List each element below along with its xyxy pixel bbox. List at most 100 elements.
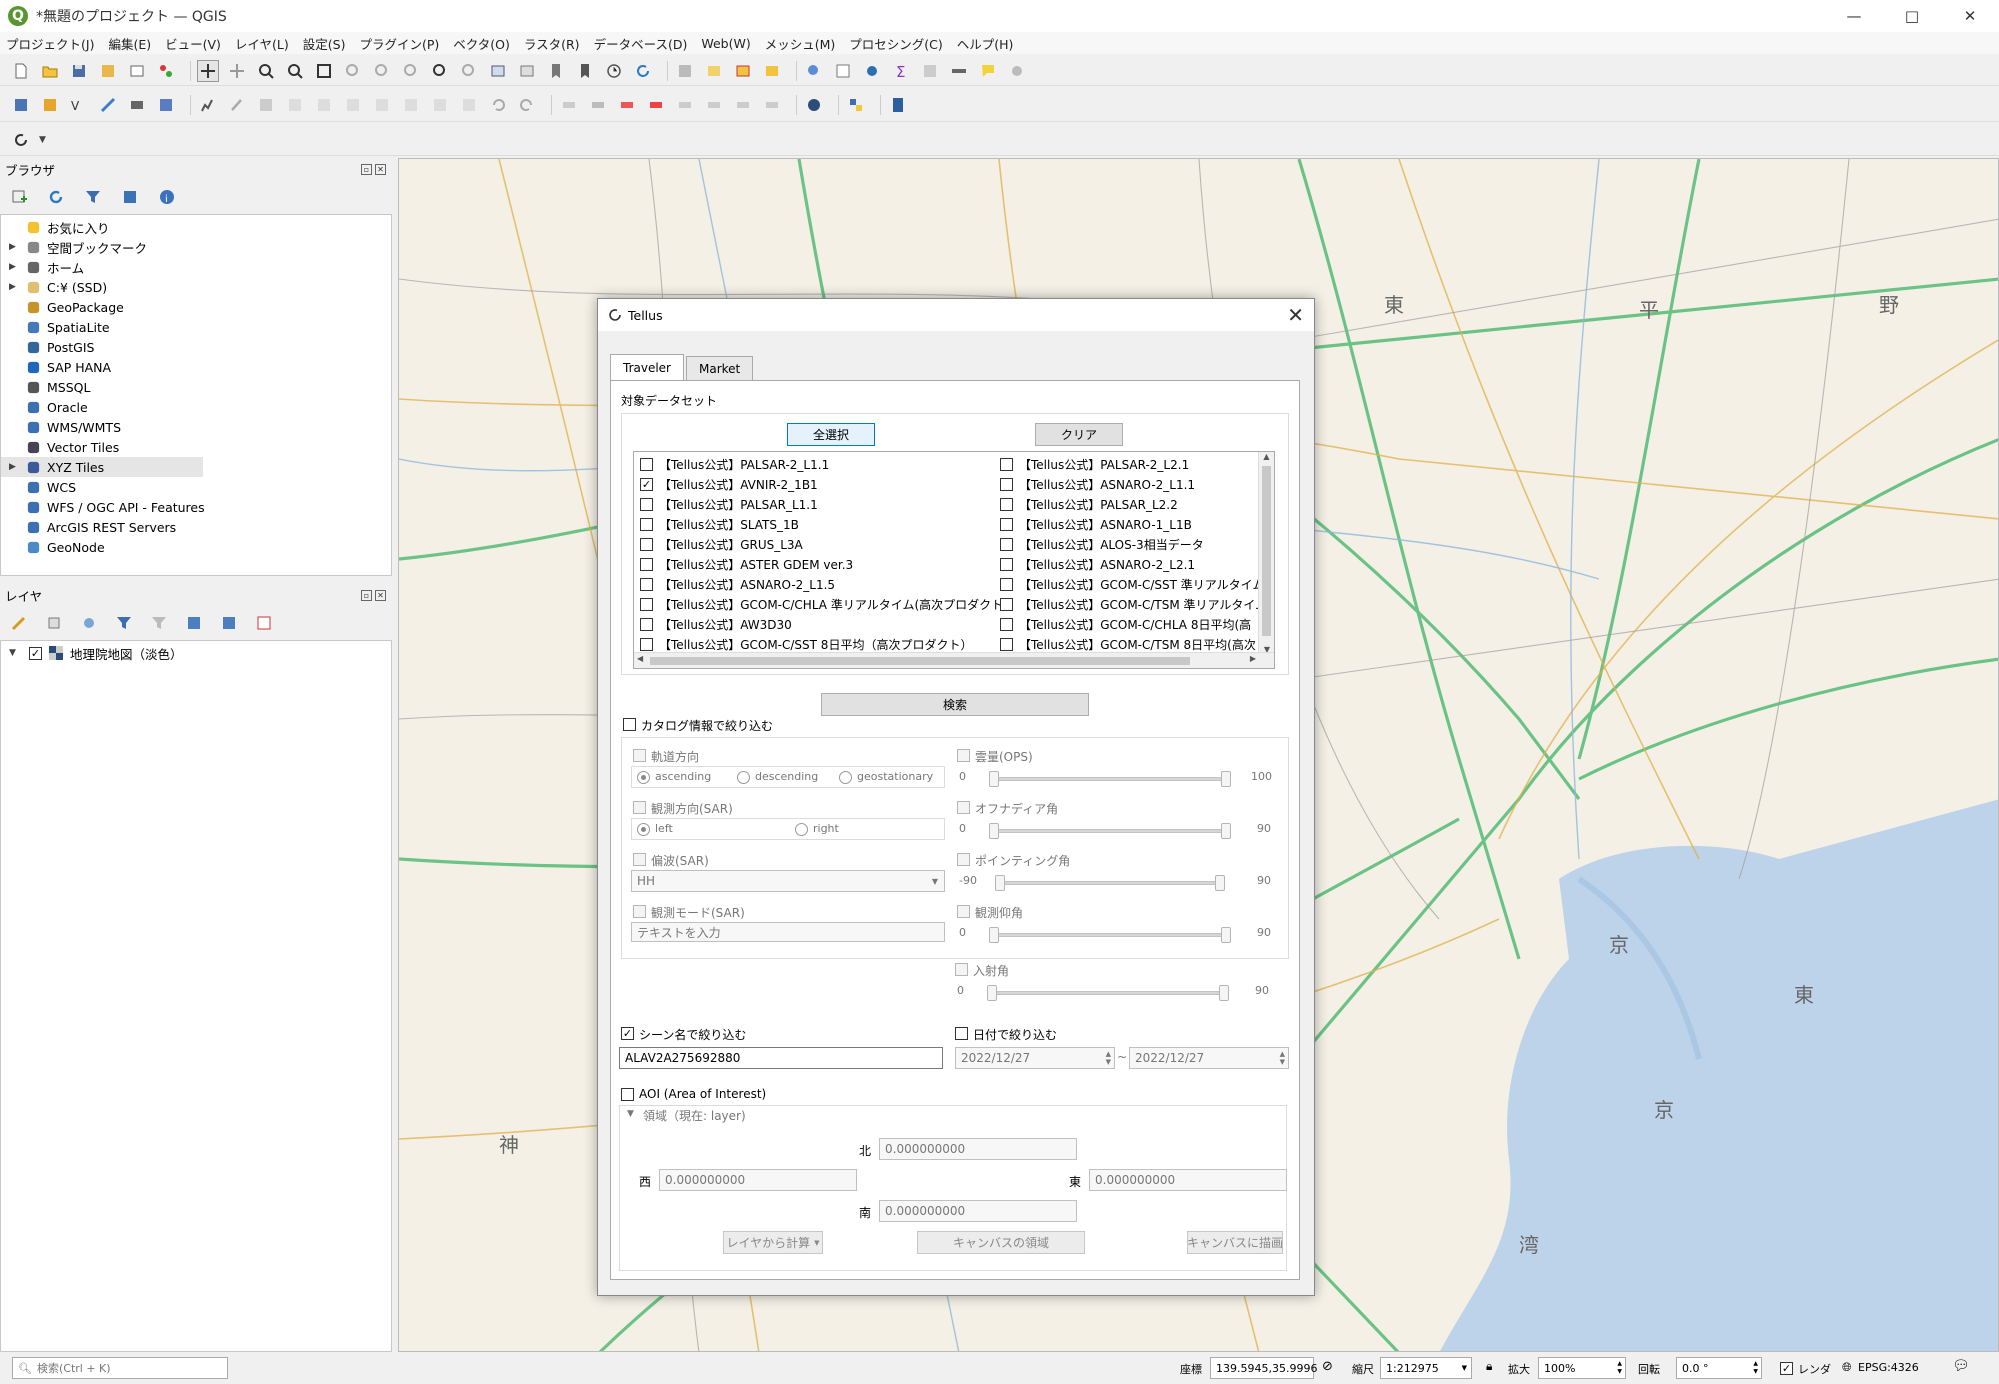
menu-database[interactable]: データベース(D) bbox=[594, 34, 688, 53]
collapse-layers-icon[interactable] bbox=[218, 612, 240, 634]
cloud-checkbox[interactable] bbox=[957, 749, 970, 762]
maximize-button[interactable]: □ bbox=[1883, 0, 1941, 32]
scroll-right-icon[interactable]: ▶ bbox=[1250, 654, 1256, 663]
dataset-item[interactable]: 【Tellus公式】ASNARO-2_L1.5 bbox=[640, 574, 835, 594]
radio-ascending[interactable] bbox=[637, 771, 650, 784]
pointing-slider[interactable] bbox=[995, 881, 1223, 885]
dataset-item[interactable]: 【Tellus公式】PALSAR-2_L1.1 bbox=[640, 454, 829, 474]
label-pin-icon[interactable] bbox=[587, 94, 609, 116]
render-checkbox[interactable]: ✓ bbox=[1780, 1362, 1793, 1375]
dataset-item[interactable]: 【Tellus公式】ASNARO-2_L1.1 bbox=[1000, 474, 1195, 494]
float-panel-icon[interactable]: ▫ bbox=[361, 589, 372, 601]
label-show-icon[interactable] bbox=[732, 94, 754, 116]
dataset-item[interactable]: 【Tellus公式】GCOM-C/TSM 準リアルタイム( bbox=[1000, 594, 1272, 614]
look-direction-checkbox[interactable] bbox=[633, 801, 646, 814]
dataset-item[interactable]: 【Tellus公式】ASTER GDEM ver.3 bbox=[640, 554, 853, 574]
new-temp-layer-icon[interactable] bbox=[155, 94, 177, 116]
tellus-loading-icon[interactable] bbox=[10, 129, 32, 151]
filter-legend-icon[interactable] bbox=[113, 612, 135, 634]
save-as-icon[interactable] bbox=[97, 60, 119, 82]
menu-plugins[interactable]: プラグイン(P) bbox=[359, 34, 439, 53]
radio-descending[interactable] bbox=[737, 771, 750, 784]
spin-icon[interactable]: ▲ ▼ bbox=[1617, 1360, 1622, 1376]
new-3d-view-icon[interactable] bbox=[516, 60, 538, 82]
scroll-up-icon[interactable]: ▲ bbox=[1259, 452, 1274, 461]
bookmarks-icon[interactable] bbox=[574, 60, 596, 82]
browser-item[interactable]: Oracle bbox=[1, 397, 391, 417]
tellus-globe-icon[interactable] bbox=[803, 94, 825, 116]
zoom-in-icon[interactable] bbox=[255, 60, 277, 82]
style-manager-icon[interactable] bbox=[155, 60, 177, 82]
vertex-tool-icon[interactable] bbox=[313, 94, 335, 116]
style-layer-icon[interactable] bbox=[8, 612, 30, 634]
refresh-browser-icon[interactable] bbox=[45, 186, 67, 208]
menu-view[interactable]: ビュー(V) bbox=[165, 34, 221, 53]
print-layout-icon[interactable] bbox=[126, 60, 148, 82]
menu-vector[interactable]: ベクタ(O) bbox=[453, 34, 510, 53]
expand-all-icon[interactable] bbox=[183, 612, 205, 634]
zoom-layer-icon[interactable] bbox=[371, 60, 393, 82]
menu-web[interactable]: Web(W) bbox=[701, 36, 750, 51]
dataset-horizontal-scrollbar[interactable]: ◀ ▶ bbox=[634, 652, 1274, 668]
edit-pencil-icon[interactable] bbox=[226, 94, 248, 116]
pointing-min-handle[interactable] bbox=[995, 875, 1005, 891]
expand-arrow-icon[interactable]: ▼ bbox=[9, 648, 19, 658]
dataset-checkbox[interactable] bbox=[1000, 557, 1013, 571]
menu-layer[interactable]: レイヤ(L) bbox=[235, 34, 289, 53]
radio-left[interactable] bbox=[637, 823, 650, 836]
menu-processing[interactable]: プロセシング(C) bbox=[849, 34, 942, 53]
dataset-item[interactable]: 【Tellus公式】PALSAR_L1.1 bbox=[640, 494, 818, 514]
save-edits-icon[interactable] bbox=[255, 94, 277, 116]
dataset-item[interactable]: 【Tellus公式】ASNARO-2_L2.1 bbox=[1000, 554, 1195, 574]
attribute-table-icon[interactable] bbox=[832, 60, 854, 82]
browser-item[interactable]: ▶ 空間ブックマーク bbox=[1, 237, 391, 257]
delete-feature-icon[interactable] bbox=[371, 94, 393, 116]
zoom-last-icon[interactable] bbox=[429, 60, 451, 82]
menu-project[interactable]: プロジェクト(J) bbox=[6, 34, 94, 53]
messages-icon[interactable]: 💬︎ bbox=[1952, 1358, 1970, 1374]
layer-visibility-checkbox[interactable]: ✓ bbox=[29, 646, 42, 660]
deselect-icon[interactable] bbox=[732, 60, 754, 82]
spin-icon[interactable]: ▲ ▼ bbox=[1753, 1360, 1758, 1376]
clear-button[interactable]: クリア bbox=[1035, 423, 1123, 446]
zoom-full-icon[interactable] bbox=[313, 60, 335, 82]
dataset-checkbox[interactable] bbox=[1000, 637, 1013, 651]
expand-arrow-icon[interactable]: ▶ bbox=[9, 242, 19, 252]
undo-icon[interactable] bbox=[487, 94, 509, 116]
copy-icon[interactable] bbox=[429, 94, 451, 116]
menu-mesh[interactable]: メッシュ(M) bbox=[765, 34, 836, 53]
redo-icon[interactable] bbox=[516, 94, 538, 116]
collapse-all-icon[interactable] bbox=[119, 186, 141, 208]
scroll-left-icon[interactable]: ◀ bbox=[637, 654, 643, 663]
new-geopackage-icon[interactable] bbox=[39, 94, 61, 116]
crs-globe-icon[interactable]: 🌐︎ bbox=[1842, 1360, 1852, 1375]
manage-theme-icon[interactable] bbox=[78, 612, 100, 634]
new-map-view-icon[interactable] bbox=[487, 60, 509, 82]
filter-expression-icon[interactable] bbox=[148, 612, 170, 634]
browser-item[interactable]: Vector Tiles bbox=[1, 437, 391, 457]
dataset-checkbox[interactable] bbox=[640, 637, 653, 651]
zoom-selection-icon[interactable] bbox=[342, 60, 364, 82]
dataset-checkbox[interactable] bbox=[640, 537, 653, 551]
expand-arrow-icon[interactable]: ▶ bbox=[9, 262, 19, 272]
dataset-item[interactable]: 【Tellus公式】GCOM-C/CHLA 準リアルタイム(高次プロダクト) bbox=[640, 594, 1008, 614]
browser-item[interactable]: WMS/WMTS bbox=[1, 417, 391, 437]
label-change-icon[interactable] bbox=[761, 94, 783, 116]
zoom-native-icon[interactable] bbox=[400, 60, 422, 82]
scroll-thumb[interactable] bbox=[1262, 466, 1271, 636]
identify-features-icon[interactable] bbox=[803, 60, 825, 82]
offnadir-checkbox[interactable] bbox=[957, 801, 970, 814]
tab-market[interactable]: Market bbox=[686, 356, 754, 380]
dataset-item[interactable]: 【Tellus公式】GCOM-C/SST 準リアルタイム( bbox=[1000, 574, 1269, 594]
dataset-item[interactable]: 【Tellus公式】AW3D30 bbox=[640, 614, 792, 634]
zoom-out-icon[interactable] bbox=[284, 60, 306, 82]
browser-item[interactable]: GeoNode bbox=[1, 537, 391, 557]
label-move-icon[interactable] bbox=[674, 94, 696, 116]
select-value-icon[interactable] bbox=[761, 60, 783, 82]
add-feature-icon[interactable] bbox=[284, 94, 306, 116]
new-spatialite-icon[interactable] bbox=[97, 94, 119, 116]
browser-item[interactable]: ▶ ホーム bbox=[1, 257, 391, 277]
dataset-vertical-scrollbar[interactable]: ▲ ▼ bbox=[1258, 452, 1274, 654]
dataset-checkbox[interactable] bbox=[1000, 497, 1013, 511]
settings-gear-icon[interactable] bbox=[1006, 60, 1028, 82]
